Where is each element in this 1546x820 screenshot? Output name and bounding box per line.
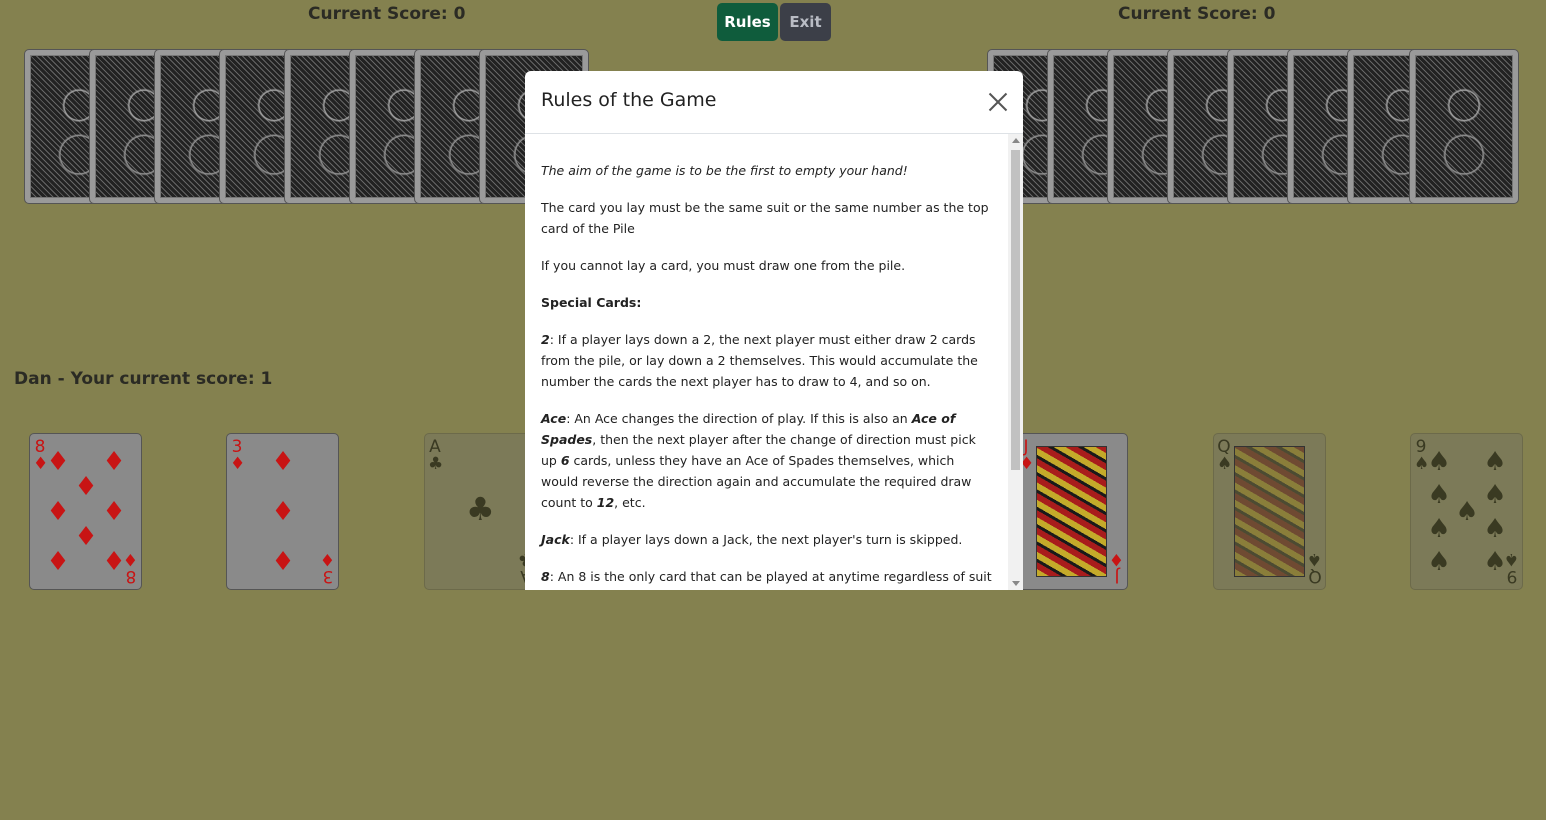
diamond-pip: ♦ [271, 447, 295, 477]
rules-paragraph: The card you lay must be the same suit o… [541, 200, 989, 236]
rules-aim: The aim of the game is to be the first t… [541, 163, 908, 178]
modal-scrollbar[interactable] [1008, 134, 1023, 590]
spade-pip: ♠ [1427, 514, 1451, 544]
jack-face-art [1036, 446, 1107, 577]
card-queen-spades[interactable]: Q ♠ Q ♠ [1213, 433, 1326, 590]
card-ace-clubs[interactable]: A♣ ♣ A♣ [424, 433, 537, 590]
spade-pip: ♠ [1427, 547, 1451, 577]
card-jack-diamonds[interactable]: J ♦ J ♦ [1015, 433, 1128, 590]
special-cards-heading: Special Cards: [541, 295, 642, 310]
card-back [1409, 49, 1519, 204]
queen-face-art [1234, 446, 1305, 577]
spade-pip: ♠ [1455, 497, 1479, 527]
card-9-spades[interactable]: 9 ♠ ♠ ♠ ♠ ♠ ♠ ♠ ♠ ♠ ♠ 9 ♠ [1410, 433, 1523, 590]
rule-ace: Ace: An Ace changes the direction of pla… [541, 411, 976, 510]
rules-button[interactable]: Rules [717, 3, 778, 41]
rule-eight: 8: An 8 is the only card that can be pla… [541, 569, 992, 584]
right-opponent-score: Current Score: 0 [1118, 4, 1276, 24]
spade-pip: ♠ [1427, 447, 1451, 477]
diamond-pip: ♦ [271, 497, 295, 527]
modal-body[interactable]: The aim of the game is to be the first t… [525, 134, 1008, 590]
modal-title: Rules of the Game [541, 89, 717, 111]
rule-two: 2: If a player lays down a 2, the next p… [541, 332, 978, 389]
diamond-pip: ♦ [271, 547, 295, 577]
scroll-up-icon[interactable] [1012, 138, 1020, 143]
rules-modal: Rules of the Game The aim of the game is… [525, 71, 1023, 590]
exit-button[interactable]: Exit [780, 3, 831, 41]
close-icon[interactable] [987, 91, 1009, 113]
diamond-pip: ♦ [46, 547, 70, 577]
spade-pip: ♠ [1483, 480, 1507, 510]
scroll-down-icon[interactable] [1012, 581, 1020, 586]
card-3-diamonds[interactable]: 3 ♦ ♦ ♦ ♦ 3 ♦ [226, 433, 339, 590]
modal-header: Rules of the Game [525, 71, 1023, 134]
club-pip: ♣ [466, 490, 495, 528]
diamond-pip: ♦ [46, 497, 70, 527]
rules-paragraph: If you cannot lay a card, you must draw … [541, 258, 906, 273]
spade-pip: ♠ [1483, 447, 1507, 477]
diamond-pip: ♦ [46, 447, 70, 477]
diamond-pip: ♦ [74, 522, 98, 552]
rule-jack: Jack: If a player lays down a Jack, the … [541, 532, 963, 547]
left-opponent-score: Current Score: 0 [308, 4, 466, 24]
diamond-pip: ♦ [102, 447, 126, 477]
player-score-label: Dan - Your current score: 1 [14, 369, 273, 389]
diamond-pip: ♦ [74, 472, 98, 502]
spade-pip: ♠ [1427, 480, 1451, 510]
spade-pip: ♠ [1483, 514, 1507, 544]
scrollbar-thumb[interactable] [1011, 150, 1020, 470]
card-8-diamonds[interactable]: 8 ♦ ♦ ♦ ♦ ♦ ♦ ♦ ♦ ♦ 8 ♦ [29, 433, 142, 590]
diamond-pip: ♦ [102, 497, 126, 527]
